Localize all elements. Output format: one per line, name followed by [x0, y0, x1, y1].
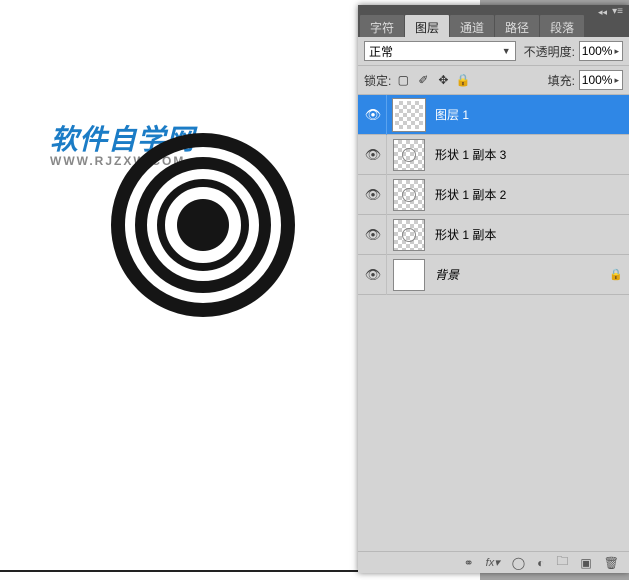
fill-value: 100%: [582, 73, 613, 87]
layer-row[interactable]: 👁 形状 1 副本 2: [358, 175, 629, 215]
panel-footer: ⚭ fx▾ ◯ ◐ 🗀 ▣ 🗑: [358, 551, 629, 573]
chevron-right-icon: ▸: [614, 46, 619, 57]
visibility-eye-icon[interactable]: 👁: [364, 187, 382, 203]
panel-tabs: 字符 图层 通道 路径 段落: [358, 15, 629, 37]
separator: [386, 95, 387, 135]
tab-channels[interactable]: 通道: [450, 15, 494, 37]
layer-row[interactable]: 👁 背景 🔒: [358, 255, 629, 295]
separator: [386, 135, 387, 175]
tab-paths[interactable]: 路径: [495, 15, 539, 37]
lock-icon: 🔒: [609, 268, 623, 282]
layer-thumbnail[interactable]: [393, 179, 425, 211]
collapse-icon[interactable]: ◂◂: [598, 7, 607, 18]
blend-mode-value: 正常: [369, 43, 393, 60]
trash-icon[interactable]: 🗑: [604, 556, 619, 570]
opacity-value: 100%: [582, 44, 613, 58]
link-layers-icon[interactable]: ⚭: [464, 556, 474, 570]
layer-name[interactable]: 图层 1: [435, 106, 469, 123]
panel-header: ◂◂ ▾≡: [358, 5, 629, 15]
fill-input[interactable]: 100% ▸: [579, 70, 623, 90]
opacity-label: 不透明度:: [524, 43, 575, 60]
chevron-right-icon: ▸: [614, 75, 619, 86]
layer-row[interactable]: 👁 图层 1: [358, 95, 629, 135]
layer-thumbnail[interactable]: [393, 259, 425, 291]
layers-list: 👁 图层 1 👁 形状 1 副本 3 👁 形状 1 副本 2 👁 形状 1 副本 👁 背景 🔒: [358, 95, 629, 295]
lock-icons-group: ▢ ✐ ✥ 🔒: [395, 72, 471, 88]
opacity-input[interactable]: 100% ▸: [579, 41, 623, 61]
lock-all-icon[interactable]: 🔒: [455, 72, 471, 88]
visibility-eye-icon[interactable]: 👁: [364, 267, 382, 283]
panel-body: 正常 ▼ 不透明度: 100% ▸ 锁定: ▢ ✐ ✥ 🔒 填充: 100% ▸: [358, 37, 629, 573]
layer-thumbnail[interactable]: [393, 99, 425, 131]
layer-row[interactable]: 👁 形状 1 副本: [358, 215, 629, 255]
tab-layers[interactable]: 图层: [405, 15, 449, 37]
blend-mode-select[interactable]: 正常 ▼: [364, 41, 516, 61]
mask-icon[interactable]: ◯: [512, 556, 525, 570]
adjust-icon[interactable]: ◐: [537, 556, 544, 570]
layer-name[interactable]: 形状 1 副本 2: [435, 186, 506, 203]
dropdown-arrow-icon: ▼: [502, 46, 511, 56]
fill-label: 填充:: [548, 72, 575, 89]
folder-icon[interactable]: 🗀: [556, 552, 568, 573]
target-graphic: [108, 130, 298, 320]
lock-options-row: 锁定: ▢ ✐ ✥ 🔒 填充: 100% ▸: [358, 66, 629, 95]
layer-name[interactable]: 背景: [435, 266, 459, 283]
layer-name[interactable]: 形状 1 副本 3: [435, 146, 506, 163]
separator: [386, 255, 387, 295]
lock-label: 锁定:: [364, 72, 391, 89]
layer-row[interactable]: 👁 形状 1 副本 3: [358, 135, 629, 175]
visibility-eye-icon[interactable]: 👁: [364, 227, 382, 243]
layer-thumbnail[interactable]: [393, 139, 425, 171]
tab-paragraph[interactable]: 段落: [540, 15, 584, 37]
separator: [386, 215, 387, 255]
layer-name[interactable]: 形状 1 副本: [435, 226, 496, 243]
layer-thumbnail[interactable]: [393, 219, 425, 251]
blend-options-row: 正常 ▼ 不透明度: 100% ▸: [358, 37, 629, 66]
tab-character[interactable]: 字符: [360, 15, 404, 37]
visibility-eye-icon[interactable]: 👁: [364, 107, 382, 123]
lock-move-icon[interactable]: ✥: [435, 72, 451, 88]
lock-transparent-icon[interactable]: ▢: [395, 72, 411, 88]
new-layer-icon[interactable]: ▣: [580, 556, 591, 570]
fx-icon[interactable]: fx▾: [486, 556, 500, 569]
visibility-eye-icon[interactable]: 👁: [364, 147, 382, 163]
layers-panel: ◂◂ ▾≡ 字符 图层 通道 路径 段落 正常 ▼ 不透明度: 100% ▸ 锁…: [358, 5, 629, 573]
panel-menu-icon[interactable]: ▾≡: [612, 6, 623, 17]
lock-brush-icon[interactable]: ✐: [415, 72, 431, 88]
separator: [386, 175, 387, 215]
